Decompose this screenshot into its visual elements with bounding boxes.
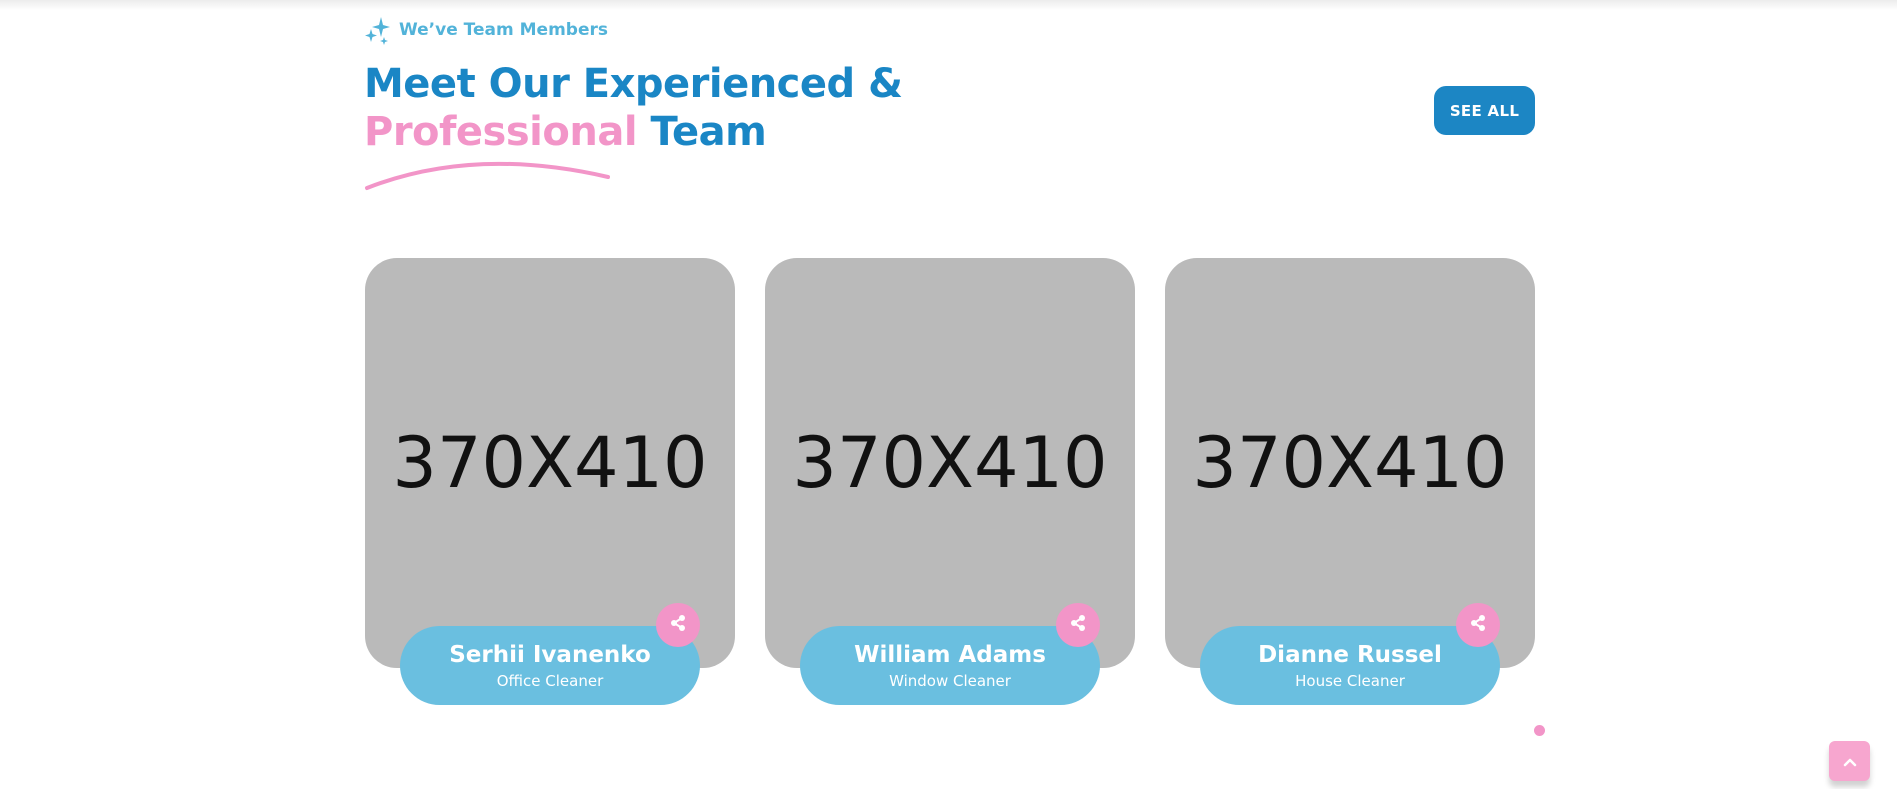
- subtitle-text: We’ve Team Members: [399, 20, 608, 40]
- section-heading: Meet Our Experienced & Professional Team: [364, 60, 903, 156]
- carousel-dot[interactable]: [1534, 725, 1545, 736]
- team-card: 370X410 Dianne Russel House Cleaner: [1165, 258, 1535, 708]
- share-icon: [1069, 614, 1087, 636]
- scroll-to-top-button[interactable]: [1829, 741, 1870, 781]
- sparkle-icon: [365, 15, 391, 45]
- share-button[interactable]: [656, 603, 700, 647]
- share-icon: [1469, 614, 1487, 636]
- member-role: Office Cleaner: [496, 671, 604, 690]
- team-card: 370X410 Serhii Ivanenko Office Cleaner: [365, 258, 735, 708]
- heading-rest: Team: [650, 109, 767, 155]
- share-button[interactable]: [1456, 603, 1500, 647]
- see-all-button[interactable]: SEE ALL: [1434, 86, 1535, 135]
- member-info-pill: Dianne Russel House Cleaner: [1200, 626, 1500, 705]
- member-name[interactable]: William Adams: [854, 640, 1046, 670]
- share-button[interactable]: [1056, 603, 1100, 647]
- member-name[interactable]: Dianne Russel: [1258, 640, 1442, 670]
- member-name[interactable]: Serhii Ivanenko: [449, 640, 651, 670]
- member-info-pill: Serhii Ivanenko Office Cleaner: [400, 626, 700, 705]
- team-card: 370X410 William Adams Window Cleaner: [765, 258, 1135, 708]
- heading-highlight: Professional: [364, 109, 638, 155]
- heading-line1: Meet Our Experienced &: [364, 61, 903, 107]
- member-info-pill: William Adams Window Cleaner: [800, 626, 1100, 705]
- member-role: Window Cleaner: [889, 671, 1011, 690]
- header-shadow: [0, 0, 1897, 10]
- heading-underline-decoration: [364, 152, 614, 196]
- chevron-up-icon: [1843, 752, 1857, 771]
- section-subtitle: We’ve Team Members: [365, 14, 608, 46]
- share-icon: [669, 614, 687, 636]
- member-role: House Cleaner: [1295, 671, 1405, 690]
